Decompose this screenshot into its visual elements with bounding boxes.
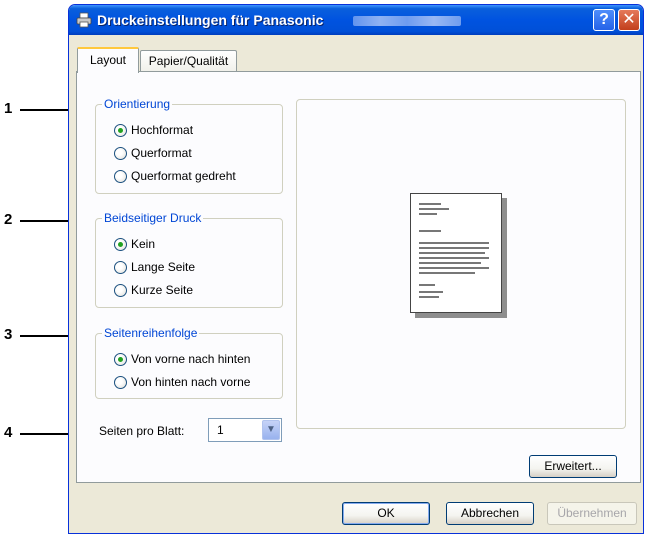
radio-landscape-label: Querformat: [131, 146, 192, 160]
radio-button[interactable]: [114, 146, 127, 160]
radio-button[interactable]: [114, 283, 127, 297]
radio-portrait-label: Hochformat: [131, 123, 194, 137]
radio-landscape-rotated[interactable]: Querformat gedreht: [114, 168, 236, 184]
callout-1: 1: [4, 100, 13, 117]
pages-per-sheet-label: Seiten pro Blatt:: [99, 424, 185, 438]
radio-duplex-none[interactable]: Kein: [114, 236, 155, 252]
window-title: Druckeinstellungen für Panasonic: [97, 12, 324, 28]
callout-4: 4: [4, 424, 13, 441]
radio-landscape[interactable]: Querformat: [114, 145, 192, 161]
callout-2: 2: [4, 211, 13, 228]
chevron-down-icon[interactable]: ▼: [262, 420, 280, 440]
radio-button-checked[interactable]: [114, 352, 127, 366]
radio-button-checked[interactable]: [114, 237, 127, 251]
close-button[interactable]: ✕: [618, 9, 640, 31]
radio-duplex-short-edge[interactable]: Kurze Seite: [114, 282, 193, 298]
radio-duplex-short-edge-label: Kurze Seite: [131, 283, 194, 297]
apply-button[interactable]: Übernehmen: [547, 502, 637, 525]
pages-per-sheet-value: 1: [217, 423, 224, 437]
layout-preview: [296, 99, 626, 429]
radio-back-to-front-label: Von hinten nach vorne: [131, 375, 251, 389]
tab-paper-quality[interactable]: Papier/Qualität: [140, 50, 237, 72]
radio-duplex-long-edge[interactable]: Lange Seite: [114, 259, 195, 275]
duplex-group: Beidseitiger Druck Kein Lange Seite Kurz…: [95, 211, 283, 308]
radio-button[interactable]: [114, 375, 127, 389]
radio-portrait[interactable]: Hochformat: [114, 122, 193, 138]
orientation-group: Orientierung Hochformat Querformat Querf…: [95, 97, 283, 194]
radio-back-to-front[interactable]: Von hinten nach vorne: [114, 374, 250, 390]
radio-button[interactable]: [114, 260, 127, 274]
model-name-redacted: [353, 16, 461, 26]
radio-button[interactable]: [114, 169, 127, 183]
page-order-group-label: Seitenreihenfolge: [102, 326, 200, 340]
help-button[interactable]: ?: [593, 9, 615, 31]
radio-front-to-back-label: Von vorne nach hinten: [131, 352, 251, 366]
page-order-group: Seitenreihenfolge Von vorne nach hinten …: [95, 326, 283, 399]
radio-front-to-back[interactable]: Von vorne nach hinten: [114, 351, 250, 367]
page-preview-icon: [410, 193, 502, 313]
layout-panel: Orientierung Hochformat Querformat Querf…: [76, 71, 641, 483]
orientation-group-label: Orientierung: [102, 97, 173, 111]
cancel-button[interactable]: Abbrechen: [446, 502, 534, 525]
radio-landscape-rotated-label: Querformat gedreht: [131, 169, 236, 183]
radio-duplex-none-label: Kein: [131, 237, 156, 251]
tab-layout[interactable]: Layout: [77, 47, 139, 73]
pages-per-sheet-select[interactable]: 1 ▼: [208, 418, 282, 442]
duplex-group-label: Beidseitiger Druck: [102, 211, 204, 225]
printer-icon: [76, 12, 92, 28]
callout-3: 3: [4, 326, 13, 343]
radio-duplex-long-edge-label: Lange Seite: [131, 260, 196, 274]
title-bar[interactable]: Druckeinstellungen für Panasonic ? ✕: [69, 5, 643, 35]
ok-button[interactable]: OK: [342, 502, 430, 525]
advanced-button[interactable]: Erweitert...: [529, 455, 617, 478]
radio-button-checked[interactable]: [114, 123, 127, 137]
